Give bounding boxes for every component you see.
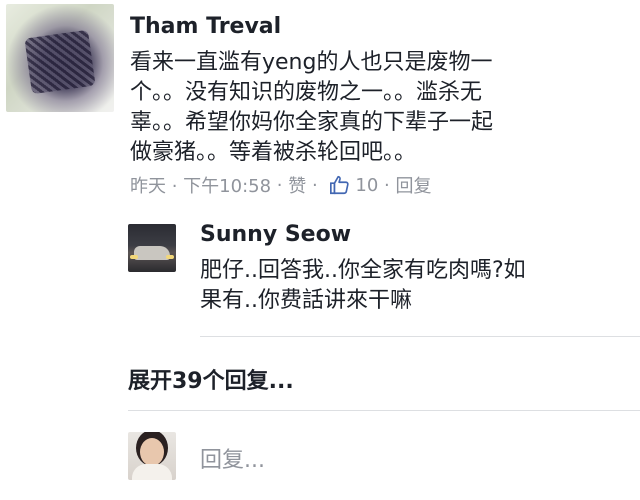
like-button[interactable]: 赞 <box>288 172 306 198</box>
comment-line: 看来一直滥有yeng的人也只是废物一 <box>130 50 493 75</box>
thumbs-up-icon <box>330 175 350 195</box>
comment-line: 辜。。希望你妈你全家真的下辈子一起 <box>130 110 494 135</box>
reply-button[interactable]: 回复 <box>395 172 431 198</box>
comment-author-name[interactable]: Tham Treval <box>130 14 281 39</box>
comment-timestamp: 昨天 · 下午10:58 <box>130 176 272 197</box>
reply-author-name[interactable]: Sunny Seow <box>200 222 351 247</box>
comment-meta: 昨天 · 下午10:58 · 赞 · 10 · 回复 <box>130 172 431 198</box>
divider <box>200 336 640 337</box>
comment-line: 个。。没有知识的废物之一。。滥杀无 <box>130 80 483 105</box>
comment-line: 做豪猪。。等着被杀轮回吧。。 <box>130 140 417 165</box>
divider <box>128 410 640 411</box>
separator: · <box>378 174 396 196</box>
reply-line: 果有..你费話讲來干嘛 <box>200 288 412 313</box>
like-count[interactable]: 10 <box>355 175 378 196</box>
reply-text: 肥仔..回答我..你全家有吃肉嗎?如 果有..你费話讲來干嘛 <box>200 256 620 316</box>
reply-line: 肥仔..回答我..你全家有吃肉嗎?如 <box>200 258 526 283</box>
reply-input[interactable]: 回复... <box>200 442 265 474</box>
reply-author-avatar[interactable] <box>128 224 176 272</box>
comment-text: 看来一直滥有yeng的人也只是废物一 个。。没有知识的废物之一。。滥杀无 辜。。… <box>130 48 500 168</box>
commenter-avatar[interactable] <box>6 4 114 112</box>
expand-replies-link[interactable]: 展开39个回复... <box>128 363 294 395</box>
current-user-avatar <box>128 432 176 480</box>
separator: · <box>271 174 289 196</box>
separator: · <box>306 174 324 196</box>
